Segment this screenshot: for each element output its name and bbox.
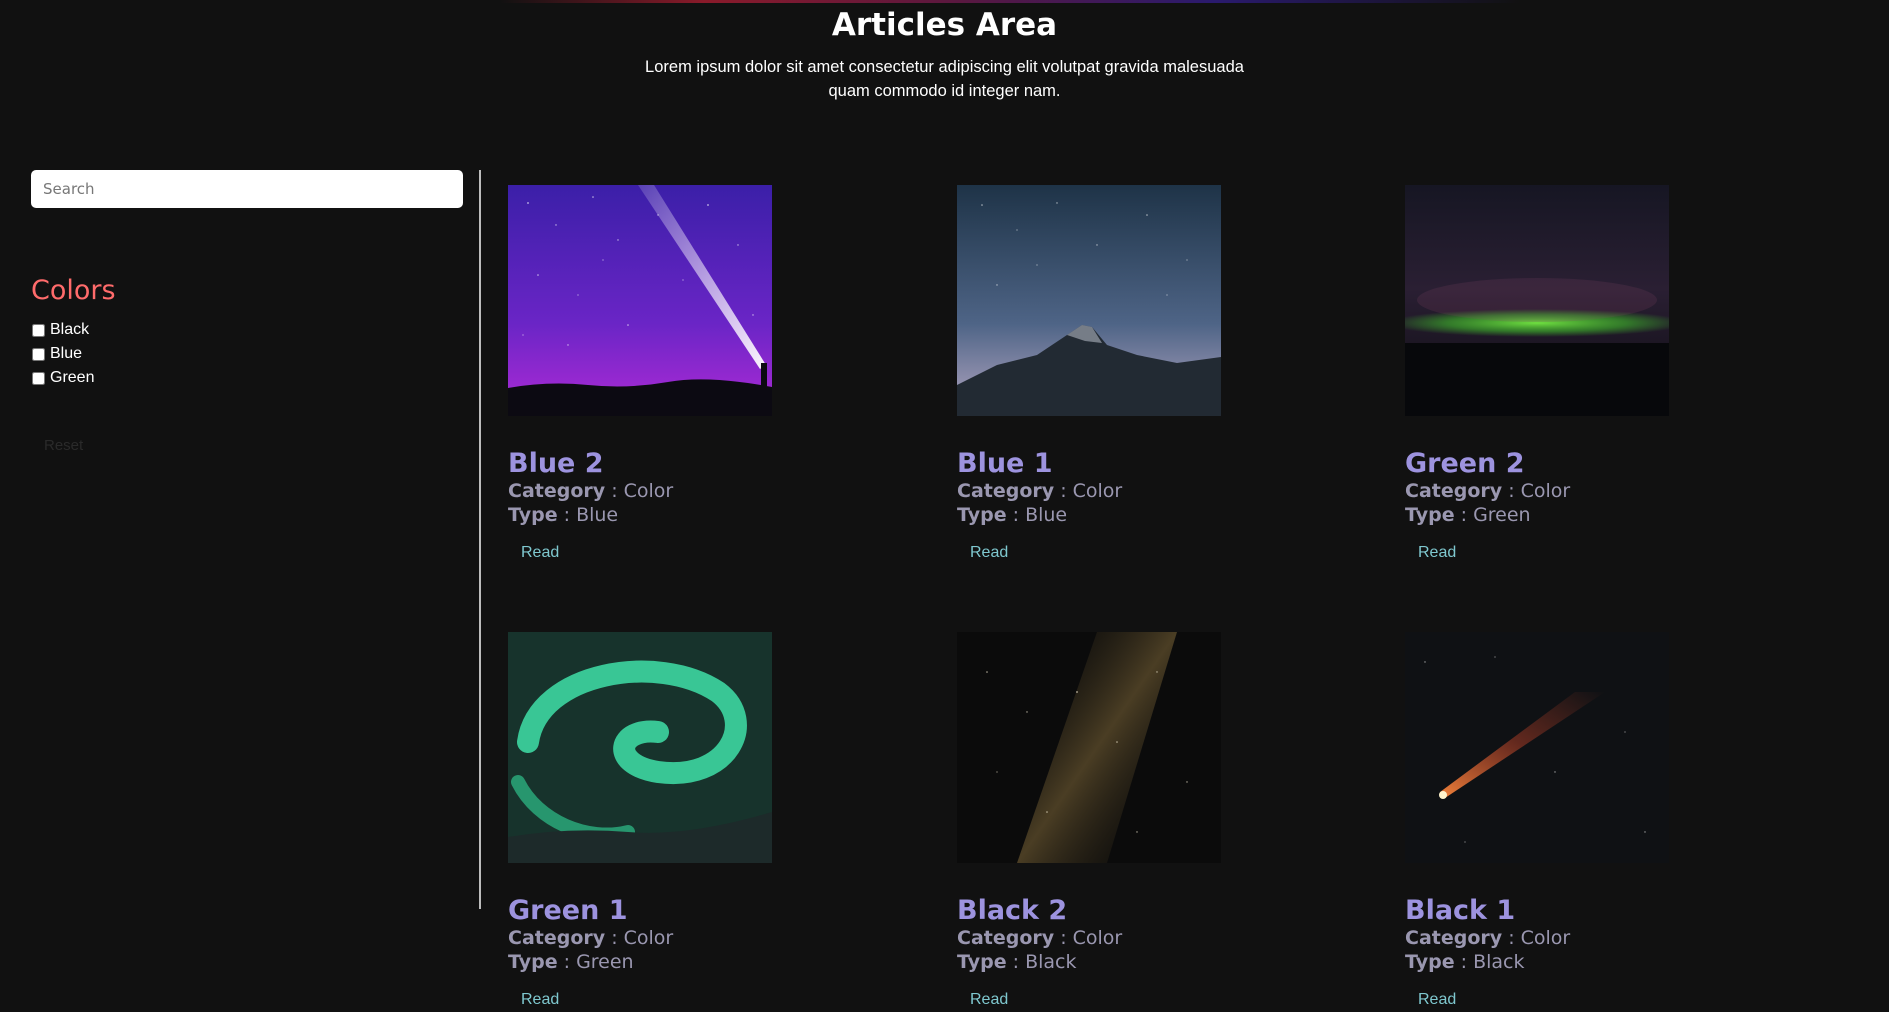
article-title: Green 1 xyxy=(508,895,628,926)
filter-option-blue[interactable]: Blue xyxy=(31,342,463,366)
article-card-blue-1: Blue 1 Category : Color Type : Blue Read xyxy=(957,185,1221,565)
article-type: Type : Green xyxy=(1405,503,1669,527)
category-value: Color xyxy=(1072,480,1123,502)
category-value: Color xyxy=(623,927,674,949)
meta-separator: : xyxy=(1054,480,1073,502)
type-key: Type xyxy=(957,951,1007,973)
type-key: Type xyxy=(508,951,558,973)
read-button[interactable]: Read xyxy=(508,541,572,565)
article-image-aurora-band[interactable] xyxy=(1405,185,1669,416)
meta-separator: : xyxy=(1006,504,1026,526)
article-type: Type : Green xyxy=(508,950,772,974)
search-input[interactable] xyxy=(31,170,463,208)
meta-separator: : xyxy=(605,480,624,502)
type-value: Blue xyxy=(576,504,619,526)
read-button[interactable]: Read xyxy=(508,988,572,1012)
page-subtitle: Lorem ipsum dolor sit amet consectetur a… xyxy=(645,58,1244,100)
category-key: Category xyxy=(1405,927,1503,949)
article-card-green-2: Green 2 Category : Color Type : Green Re… xyxy=(1405,185,1669,565)
article-category: Category : Color xyxy=(1405,479,1669,503)
filter-sidebar: Colors Black Blue Green Reset xyxy=(31,170,463,458)
type-value: Black xyxy=(1025,951,1077,973)
article-category: Category : Color xyxy=(1405,926,1669,950)
category-key: Category xyxy=(957,480,1055,502)
article-title: Blue 2 xyxy=(508,448,604,479)
article-image-comet[interactable] xyxy=(1405,632,1669,863)
article-type: Type : Blue xyxy=(508,503,772,527)
meta-separator: : xyxy=(1454,951,1474,973)
type-key: Type xyxy=(508,504,558,526)
filter-label-blue[interactable]: Blue xyxy=(50,345,82,363)
reset-button[interactable]: Reset xyxy=(31,432,96,458)
article-image-meteor[interactable] xyxy=(508,185,772,416)
article-type: Type : Blue xyxy=(957,503,1221,527)
article-category: Category : Color xyxy=(957,479,1221,503)
meta-separator: : xyxy=(1454,504,1474,526)
category-key: Category xyxy=(508,927,606,949)
article-title: Green 2 xyxy=(1405,448,1525,479)
type-value: Blue xyxy=(1025,504,1068,526)
read-button[interactable]: Read xyxy=(957,988,1021,1012)
article-title: Black 1 xyxy=(1405,895,1516,926)
article-card-black-1: Black 1 Category : Color Type : Black Re… xyxy=(1405,632,1669,1012)
meta-separator: : xyxy=(1502,480,1521,502)
filter-list: Black Blue Green xyxy=(31,318,463,390)
article-category: Category : Color xyxy=(508,926,772,950)
type-key: Type xyxy=(957,504,1007,526)
filter-label-green[interactable]: Green xyxy=(50,369,94,387)
filter-checkbox-green[interactable] xyxy=(32,371,45,385)
type-value: Green xyxy=(1473,504,1531,526)
type-key: Type xyxy=(1405,951,1455,973)
meta-separator: : xyxy=(557,951,577,973)
article-card-black-2: Black 2 Category : Color Type : Black Re… xyxy=(957,632,1221,1012)
meta-separator: : xyxy=(1054,927,1073,949)
filter-title: Colors xyxy=(31,275,116,306)
article-card-blue-2: Blue 2 Category : Color Type : Blue Read xyxy=(508,185,772,565)
article-image-milky-way[interactable] xyxy=(957,632,1221,863)
article-type: Type : Black xyxy=(957,950,1221,974)
article-category: Category : Color xyxy=(957,926,1221,950)
article-title: Black 2 xyxy=(957,895,1068,926)
type-value: Green xyxy=(576,951,634,973)
meta-separator: : xyxy=(1502,927,1521,949)
type-value: Black xyxy=(1473,951,1525,973)
category-key: Category xyxy=(508,480,606,502)
filter-label-black[interactable]: Black xyxy=(50,321,89,339)
category-value: Color xyxy=(623,480,674,502)
page-title: Articles Area xyxy=(831,7,1058,43)
article-card-green-1: Green 1 Category : Color Type : Green Re… xyxy=(508,632,772,1012)
article-type: Type : Black xyxy=(1405,950,1669,974)
meta-separator: : xyxy=(557,504,577,526)
article-image-aurora-swirl[interactable] xyxy=(508,632,772,863)
meta-separator: : xyxy=(1006,951,1026,973)
read-button[interactable]: Read xyxy=(957,541,1021,565)
category-value: Color xyxy=(1072,927,1123,949)
category-value: Color xyxy=(1520,927,1571,949)
article-category: Category : Color xyxy=(508,479,772,503)
filter-checkbox-black[interactable] xyxy=(32,323,45,337)
filter-checkbox-blue[interactable] xyxy=(32,347,45,361)
type-key: Type xyxy=(1405,504,1455,526)
category-value: Color xyxy=(1520,480,1571,502)
read-button[interactable]: Read xyxy=(1405,541,1469,565)
filter-option-black[interactable]: Black xyxy=(31,318,463,342)
category-key: Category xyxy=(1405,480,1503,502)
article-title: Blue 1 xyxy=(957,448,1053,479)
article-image-mountain[interactable] xyxy=(957,185,1221,416)
filter-option-green[interactable]: Green xyxy=(31,366,463,390)
category-key: Category xyxy=(957,927,1055,949)
sidebar-divider xyxy=(479,170,481,909)
meta-separator: : xyxy=(605,927,624,949)
page-header: Articles Area Lorem ipsum dolor sit amet… xyxy=(0,0,1889,103)
read-button[interactable]: Read xyxy=(1405,988,1469,1012)
